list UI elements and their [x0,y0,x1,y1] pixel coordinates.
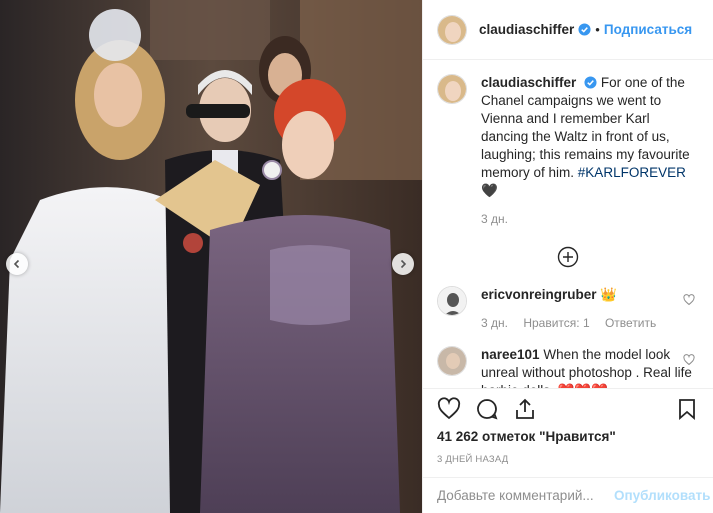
verified-badge-icon [584,76,597,89]
comment-body: naree101 When the model look unreal with… [481,346,699,388]
caption: claudiaschiffer For one of the Chanel ca… [437,74,699,228]
heart-outline-icon [437,397,461,420]
add-comment-bar: Опубликовать [423,477,713,513]
comment-meta: 3 дн. Нравится: 1 Ответить [481,314,699,332]
crown-emoji: 👑 [600,287,618,302]
bookmark-icon [679,399,695,420]
photo-scene [0,0,422,513]
load-more-comments-button[interactable] [437,246,699,268]
avatar-image [438,287,466,315]
caption-time[interactable]: 3 дн. [481,210,699,228]
comment-avatar[interactable] [437,286,467,316]
comment-bubble-icon [477,399,498,420]
action-icons [437,389,699,429]
next-photo-button[interactable] [392,253,414,275]
comment-like-heart-icon[interactable] [683,354,695,366]
chevron-right-icon [400,259,407,269]
reply-button[interactable]: Ответить [605,316,656,330]
post-photo[interactable] [0,0,422,513]
comments-section: claudiaschiffer For one of the Chanel ca… [423,60,713,388]
comment-input[interactable] [437,488,614,503]
comment-username[interactable]: ericvonreingruber [481,287,597,302]
comment-item: ericvonreingruber 👑 3 дн. Нравится: 1 От… [437,286,699,332]
like-button[interactable] [437,397,461,421]
comment-username[interactable]: naree101 [481,347,540,362]
username[interactable]: claudiaschiffer [479,22,574,37]
comment-likes[interactable]: Нравится: 1 [523,316,589,330]
comment-item: naree101 When the model look unreal with… [437,346,699,388]
verified-badge-icon [578,23,591,36]
separator-dot: • [595,22,600,37]
avatar-image [438,75,466,103]
chevron-left-icon [13,259,20,269]
avatar[interactable] [437,14,467,45]
post-side-panel: claudiaschiffer • Подписаться claudiasch… [422,0,713,513]
avatar-image [438,347,466,375]
publish-button[interactable]: Опубликовать [614,488,710,503]
comment-body: ericvonreingruber 👑 3 дн. Нравится: 1 От… [481,286,699,332]
avatar-image [438,15,466,44]
save-button[interactable] [675,397,699,421]
share-button[interactable] [513,397,537,421]
hashtag-link[interactable]: #KARLFOREVER [578,165,686,180]
caption-avatar[interactable] [437,74,467,104]
instagram-post: claudiaschiffer • Подписаться claudiasch… [0,0,713,513]
load-more-plus-icon [557,246,579,268]
post-header: claudiaschiffer • Подписаться [423,0,713,60]
likes-count[interactable]: 41 262 отметок "Нравится" [437,429,699,444]
red-hearts-emoji: ❤️❤️❤️ [558,383,608,388]
caption-body: claudiaschiffer For one of the Chanel ca… [481,74,699,228]
caption-username[interactable]: claudiaschiffer [481,75,576,90]
share-arrow-icon [516,398,534,419]
comment-avatar[interactable] [437,346,467,376]
follow-button[interactable]: Подписаться [604,22,692,37]
post-date[interactable]: 3 ДНЕЙ НАЗАД [437,454,699,465]
prev-photo-button[interactable] [6,253,28,275]
comment-time[interactable]: 3 дн. [481,316,508,330]
black-heart-emoji: 🖤 [481,183,498,198]
comment-button[interactable] [475,397,499,421]
post-actions: 41 262 отметок "Нравится" 3 ДНЕЙ НАЗАД [423,388,713,477]
comment-like-heart-icon[interactable] [683,294,695,306]
